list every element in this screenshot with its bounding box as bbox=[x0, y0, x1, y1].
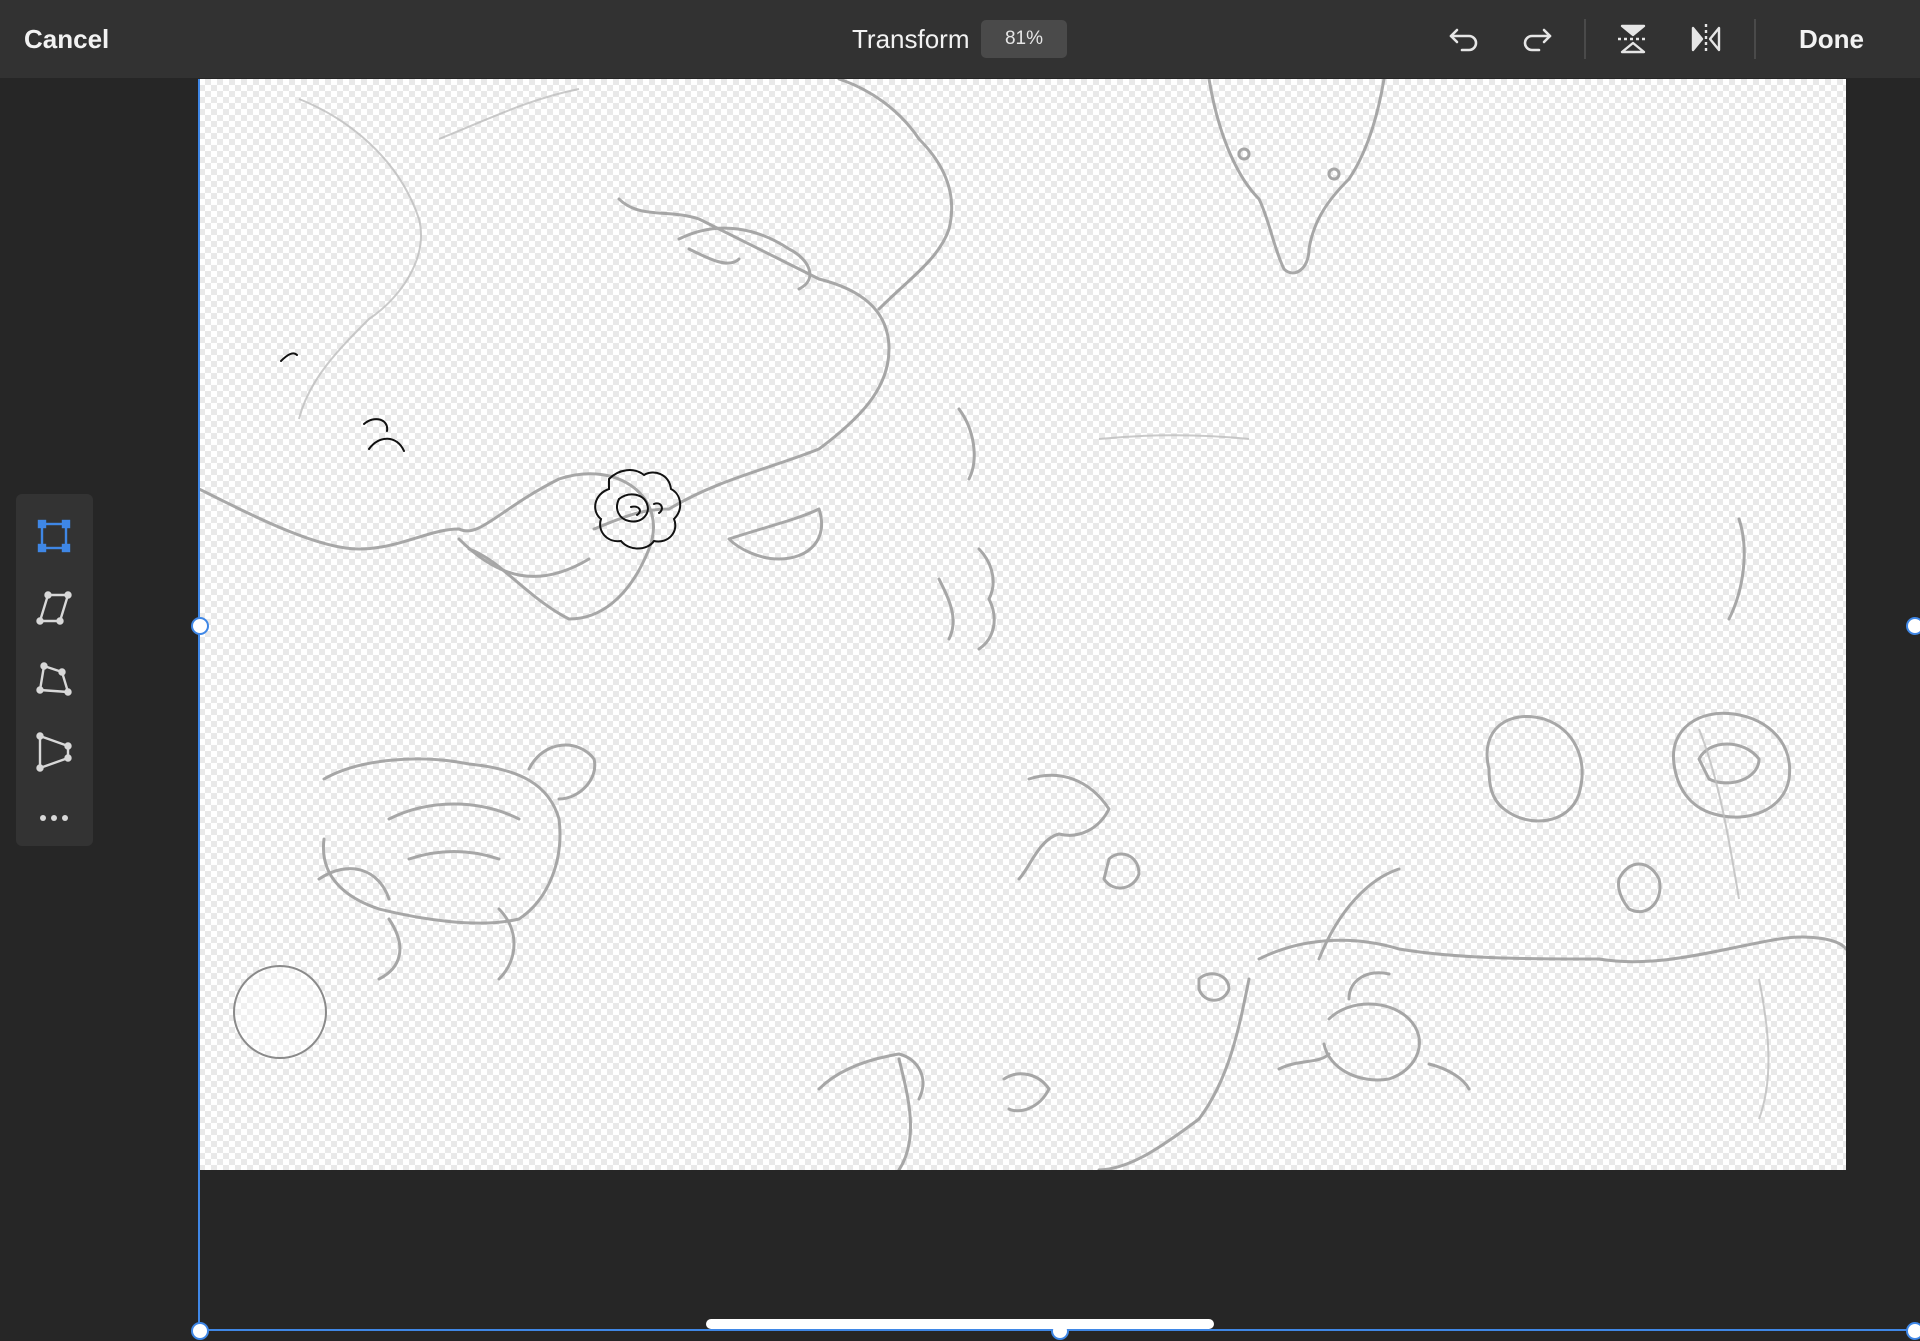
toolbar-divider bbox=[1754, 19, 1756, 59]
undo-icon[interactable] bbox=[1444, 19, 1484, 59]
sketch-artwork bbox=[199, 79, 1846, 1170]
zoom-level-badge[interactable]: 81% bbox=[981, 20, 1067, 58]
right-resize-handle[interactable] bbox=[1906, 617, 1920, 635]
flip-vertical-icon[interactable] bbox=[1613, 19, 1653, 59]
flip-horizontal-icon[interactable] bbox=[1686, 19, 1726, 59]
top-toolbar: Cancel Transform 81% Done bbox=[0, 0, 1920, 78]
cancel-button[interactable]: Cancel bbox=[24, 22, 109, 56]
touch-modifier-button[interactable] bbox=[233, 965, 327, 1059]
left-resize-handle[interactable] bbox=[191, 617, 209, 635]
transform-workspace: Cancel Transform 81% Done bbox=[0, 0, 1920, 1341]
done-button[interactable]: Done bbox=[1799, 22, 1864, 56]
more-icon[interactable] bbox=[32, 796, 76, 840]
free-transform-icon[interactable] bbox=[32, 514, 76, 558]
canvas-layer[interactable] bbox=[199, 79, 1846, 1170]
distort-icon[interactable] bbox=[32, 658, 76, 702]
home-indicator[interactable] bbox=[706, 1319, 1214, 1329]
page-title: Transform bbox=[852, 24, 970, 54]
redo-icon[interactable] bbox=[1517, 19, 1557, 59]
skew-icon[interactable] bbox=[32, 586, 76, 630]
transform-tool-panel bbox=[16, 494, 93, 846]
bottom-left-resize-handle[interactable] bbox=[191, 1322, 209, 1340]
perspective-icon[interactable] bbox=[32, 730, 76, 774]
toolbar-divider bbox=[1584, 19, 1586, 59]
bottom-right-resize-handle[interactable] bbox=[1906, 1322, 1920, 1340]
